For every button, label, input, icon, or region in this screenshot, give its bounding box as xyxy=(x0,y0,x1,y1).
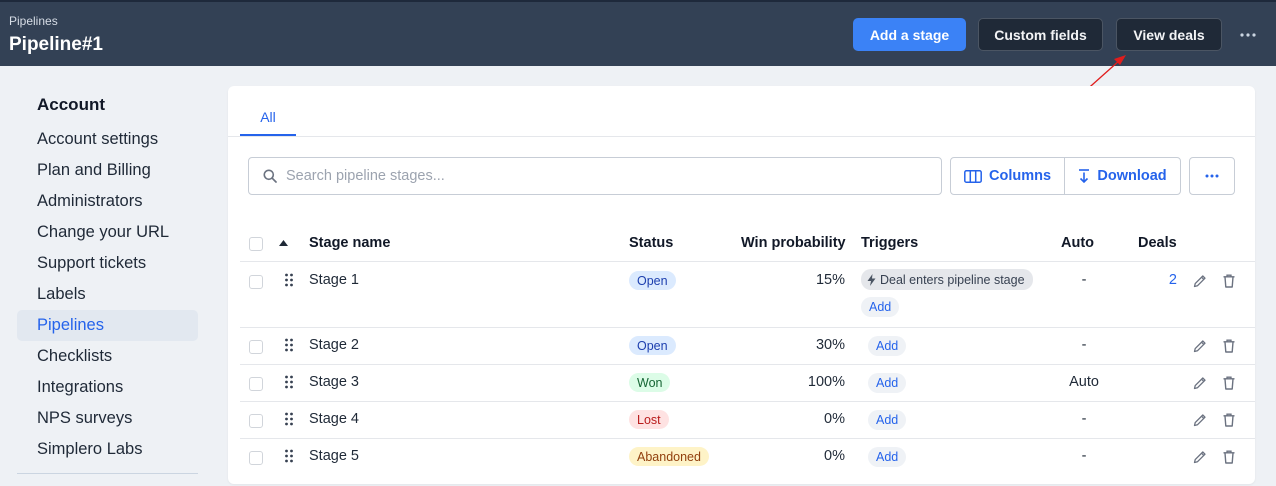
stage-name[interactable]: Stage 3 xyxy=(309,374,359,390)
status-badge: Won xyxy=(629,373,671,392)
row-checkbox[interactable] xyxy=(249,275,263,289)
win-probability: 100% xyxy=(807,374,845,390)
header-divider xyxy=(240,261,1255,262)
row-divider xyxy=(240,401,1255,402)
sidebar-item-change-your-url[interactable]: Change your URL xyxy=(17,217,198,248)
status-badge: Abandoned xyxy=(629,447,709,466)
search-input[interactable] xyxy=(286,168,886,184)
auto-value: - xyxy=(1081,337,1087,353)
edit-pencil-icon[interactable] xyxy=(1192,375,1208,391)
sort-asc-icon[interactable] xyxy=(279,240,288,246)
delete-trash-icon[interactable] xyxy=(1221,412,1237,428)
download-label: Download xyxy=(1097,168,1167,184)
row-checkbox[interactable] xyxy=(249,377,263,391)
drag-handle-icon[interactable] xyxy=(284,273,294,287)
select-all-checkbox[interactable] xyxy=(249,237,263,251)
drag-handle-icon[interactable] xyxy=(284,338,294,352)
more-options-icon[interactable] xyxy=(1236,24,1260,46)
win-probability: 0% xyxy=(824,448,845,464)
win-probability: 15% xyxy=(815,272,845,288)
tab-divider xyxy=(228,136,1255,137)
edit-pencil-icon[interactable] xyxy=(1192,412,1208,428)
drag-handle-icon[interactable] xyxy=(284,449,294,463)
delete-trash-icon[interactable] xyxy=(1221,449,1237,465)
edit-pencil-icon[interactable] xyxy=(1192,449,1208,465)
table-actions-group: Columns Download xyxy=(950,157,1181,195)
sidebar-item-simplero-labs[interactable]: Simplero Labs xyxy=(17,434,198,465)
view-deals-button[interactable]: View deals xyxy=(1116,18,1222,51)
col-header-stage[interactable]: Stage name xyxy=(309,235,390,251)
delete-trash-icon[interactable] xyxy=(1221,273,1237,289)
deals-count-link[interactable]: 2 xyxy=(1148,272,1177,288)
sidebar-item-plan-and-billing[interactable]: Plan and Billing xyxy=(17,155,198,186)
win-probability: 30% xyxy=(815,337,845,353)
stage-name[interactable]: Stage 2 xyxy=(309,337,359,353)
search-box[interactable] xyxy=(248,157,942,195)
auto-value: - xyxy=(1081,272,1087,288)
col-header-deals[interactable]: Deals xyxy=(1138,235,1177,251)
row-divider xyxy=(240,438,1255,439)
sidebar-item-support-tickets[interactable]: Support tickets xyxy=(17,248,198,279)
edit-pencil-icon[interactable] xyxy=(1192,338,1208,354)
custom-fields-button[interactable]: Custom fields xyxy=(978,18,1103,51)
sidebar-item-account-settings[interactable]: Account settings xyxy=(17,124,198,155)
sidebar-item-checklists[interactable]: Checklists xyxy=(17,341,198,372)
delete-trash-icon[interactable] xyxy=(1221,338,1237,354)
col-header-triggers[interactable]: Triggers xyxy=(861,235,918,251)
delete-trash-icon[interactable] xyxy=(1221,375,1237,391)
sidebar-item-integrations[interactable]: Integrations xyxy=(17,372,198,403)
auto-value: - xyxy=(1081,411,1087,427)
download-icon xyxy=(1079,169,1090,183)
tab-all[interactable]: All xyxy=(240,100,296,136)
search-icon xyxy=(263,169,277,183)
add-trigger-button[interactable]: Add xyxy=(868,410,907,430)
status-badge: Open xyxy=(629,271,676,290)
auto-value: - xyxy=(1081,448,1087,464)
edit-pencil-icon[interactable] xyxy=(1192,273,1208,289)
sidebar-item-administrators[interactable]: Administrators xyxy=(17,186,198,217)
breadcrumb[interactable]: Pipelines xyxy=(9,14,58,28)
add-stage-button[interactable]: Add a stage xyxy=(853,18,966,51)
status-badge: Lost xyxy=(629,410,669,429)
table-more-button[interactable] xyxy=(1189,157,1235,195)
add-trigger-button[interactable]: Add xyxy=(868,373,907,393)
col-header-auto[interactable]: Auto xyxy=(1061,235,1094,251)
page-title: Pipeline#1 xyxy=(9,34,103,55)
columns-label: Columns xyxy=(988,168,1052,184)
auto-value: Auto xyxy=(1069,374,1099,390)
trigger-label: Deal enters pipeline stage xyxy=(880,272,1025,287)
win-probability: 0% xyxy=(824,411,845,427)
col-header-win[interactable]: Win probability xyxy=(741,235,846,251)
row-checkbox[interactable] xyxy=(249,340,263,354)
row-checkbox[interactable] xyxy=(249,414,263,428)
row-checkbox[interactable] xyxy=(249,451,263,465)
status-badge: Open xyxy=(629,336,676,355)
download-button[interactable]: Download xyxy=(1065,158,1180,194)
trigger-pill[interactable]: Deal enters pipeline stage xyxy=(861,269,1033,290)
columns-button[interactable]: Columns xyxy=(951,158,1065,194)
stage-name[interactable]: Stage 4 xyxy=(309,411,359,427)
sidebar-item-pipelines[interactable]: Pipelines xyxy=(17,310,198,341)
stage-name[interactable]: Stage 1 xyxy=(309,272,359,288)
sidebar-divider xyxy=(17,473,198,474)
drag-handle-icon[interactable] xyxy=(284,375,294,389)
add-trigger-button[interactable]: Add xyxy=(868,336,907,356)
stage-name[interactable]: Stage 5 xyxy=(309,448,359,464)
sidebar-item-nps-surveys[interactable]: NPS surveys xyxy=(17,403,198,434)
row-divider xyxy=(240,327,1255,328)
row-divider xyxy=(240,364,1255,365)
columns-icon xyxy=(964,169,982,183)
add-trigger-button[interactable]: Add xyxy=(861,297,900,317)
more-horizontal-icon xyxy=(1205,174,1219,178)
add-trigger-button[interactable]: Add xyxy=(868,447,907,467)
drag-handle-icon[interactable] xyxy=(284,412,294,426)
pipeline-stages-card: All Columns Download Stage name Status W… xyxy=(228,86,1255,484)
col-header-status[interactable]: Status xyxy=(629,235,673,251)
sidebar-heading: Account xyxy=(37,95,105,114)
sidebar-item-labels[interactable]: Labels xyxy=(17,279,198,310)
